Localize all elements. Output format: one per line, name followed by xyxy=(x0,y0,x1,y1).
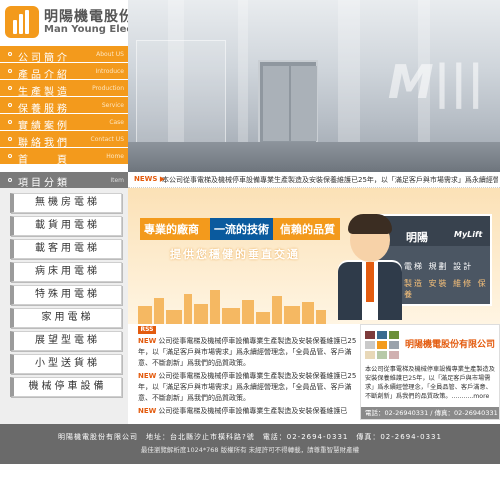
news-text: 公司從事電梯及機械停車設備專業生產製造及安裝保養維護已25年，以「滿足客戶與市場… xyxy=(138,372,357,402)
hero-image: M||| xyxy=(128,0,500,172)
footer-contact: 明陽機電股份有限公司 地址：台北縣汐止市橫科路?號 電話：02-2694-033… xyxy=(58,433,442,441)
nav-item-about[interactable]: 公司簡介 About US xyxy=(0,46,128,64)
nav-item-service[interactable]: 保養服務 Service xyxy=(0,97,128,115)
nav-label: 生產製造 xyxy=(18,87,70,98)
bullet-icon xyxy=(8,86,12,90)
news-text: 公司從事電梯及機械停車設備專業生產製造及安裝保養維護已 xyxy=(158,407,348,415)
nav-item-contact[interactable]: 聯絡我們 Contact US xyxy=(0,131,128,149)
category-button[interactable]: 無機房電梯 xyxy=(10,193,122,213)
category-button[interactable]: 展望型電梯 xyxy=(10,331,122,351)
nav-label: 公司簡介 xyxy=(18,53,70,64)
new-badge: NEW xyxy=(138,407,157,415)
card-title: 明陽機電股份有限公司 xyxy=(405,340,496,350)
banner-subtitle: 提供您穩健的垂直交通 xyxy=(170,248,300,261)
nav-label: 首 頁 xyxy=(18,155,70,166)
category-button[interactable]: 家用電梯 xyxy=(10,308,122,328)
nav-item-products[interactable]: 產品介紹 Introduce xyxy=(0,63,128,81)
news-item[interactable]: NEW 公司從事電梯及機械停車設備專業生產製造及安裝保養維護已25年，以「滿足客戶… xyxy=(138,371,360,404)
bullet-icon xyxy=(8,52,12,56)
category-button[interactable]: 載貨用電梯 xyxy=(10,216,122,236)
nav-label-en: Production xyxy=(92,85,124,92)
bullet-icon xyxy=(8,178,12,182)
rss-icon[interactable]: RSS xyxy=(138,326,156,334)
nav-label: 實績案例 xyxy=(18,121,70,132)
news-item[interactable]: NEW 公司從事電梯及機械停車設備專業生產製造及安裝保養維護已25年，以「滿足客戶… xyxy=(138,336,360,369)
promo-banner: 專業的廠商 一流的技術 信賴的品質 提供您穩健的垂直交通 明陽 MyLift 電… xyxy=(128,188,500,324)
company-logo-icon[interactable] xyxy=(5,6,39,38)
nav-label-en: Contact US xyxy=(90,136,124,143)
nav-item-home[interactable]: 首 頁 Home xyxy=(0,148,128,166)
nav-label-en: Introduce xyxy=(95,68,124,75)
slogan-2: 一流的技術 xyxy=(210,218,273,240)
board-mylift: MyLift xyxy=(454,230,483,239)
category-header-en: Item xyxy=(110,177,124,184)
slogan-1: 專業的廠商 xyxy=(144,223,199,236)
company-card: 明陽機電股份有限公司 本公司從事電梯及機械停車設備專業生產製造及安裝保養維護已2… xyxy=(360,324,500,420)
board-brand: 明陽 xyxy=(406,231,428,244)
category-button[interactable]: 特殊用電梯 xyxy=(10,285,122,305)
category-button[interactable]: 機械停車設備 xyxy=(10,377,122,397)
nav-label-en: About US xyxy=(96,51,124,58)
news-text: 公司從事電梯及機械停車設備專業生產製造及安裝保養維護已25年，以「滿足客戶與市場… xyxy=(138,337,357,367)
new-badge: NEW xyxy=(138,337,157,345)
category-header: 項目分類 Item xyxy=(0,172,128,189)
logo-watermark-icon: M||| xyxy=(387,55,484,109)
category-header-label: 項目分類 xyxy=(18,178,70,189)
slogan-3: 信賴的品質 xyxy=(280,223,335,236)
news-tag: NEWS ▶ xyxy=(134,175,166,183)
category-button[interactable]: 病床用電梯 xyxy=(10,262,122,282)
new-badge: NEW xyxy=(138,372,157,380)
news-ticker[interactable]: NEWS ▶ 本公司從事電梯及機械停車設備專業生產製造及安裝保養維護已25年，以… xyxy=(128,172,500,188)
site-footer: 明陽機電股份有限公司 地址：台北縣汐止市橫科路?號 電話：02-2694-033… xyxy=(0,424,500,464)
nav-label: 保養服務 xyxy=(18,104,70,115)
category-button[interactable]: 小型送貨梯 xyxy=(10,354,122,374)
bullet-icon xyxy=(8,120,12,124)
nav-label: 聯絡我們 xyxy=(18,138,70,149)
category-list: 無機房電梯 載貨用電梯 載客用電梯 病床用電梯 特殊用電梯 家用電梯 展望型電梯… xyxy=(0,188,128,424)
card-phone-line: 電話：02-26940331 / 傳真：02-26940331 xyxy=(361,407,499,419)
bullet-icon xyxy=(8,103,12,107)
news-list: RSS NEW 公司從事電梯及機械停車設備專業生產製造及安裝保養維護已25年，以「… xyxy=(128,324,360,420)
ticker-text: 本公司從事電梯及機械停車設備專業生產製造及安裝保養維護已25年，以「滿足客戶與市… xyxy=(162,176,498,184)
footer-copyright: 最佳瀏覽解析度1024*768 版權所有 未經許可不得轉載，請尊重智慧財產權 xyxy=(140,446,360,454)
board-line-1: 電梯 規劃 設計 xyxy=(404,262,474,271)
nav-item-cases[interactable]: 實績案例 Case xyxy=(0,114,128,132)
nav-label-en: Home xyxy=(106,153,124,160)
bullet-icon xyxy=(8,137,12,141)
board-line-2: 製造 安裝 維修 保養 xyxy=(404,279,488,299)
nav-item-production[interactable]: 生產製造 Production xyxy=(0,80,128,98)
elevator-image xyxy=(258,60,318,145)
nav-label-en: Service xyxy=(101,102,124,109)
category-button[interactable]: 載客用電梯 xyxy=(10,239,122,259)
bullet-icon xyxy=(8,154,12,158)
main-nav: 公司簡介 About US 產品介紹 Introduce 生產製造 Productio… xyxy=(0,46,128,166)
card-description: 本公司從事電梯及機械停車設備專業生產製造及安裝保養維護已25年，以「滿足客戶與市… xyxy=(365,366,495,400)
glass-panel xyxy=(136,40,226,150)
nav-label: 產品介紹 xyxy=(18,70,70,81)
nav-label-en: Case xyxy=(109,119,124,126)
bullet-icon xyxy=(8,69,12,73)
news-item[interactable]: NEW 公司從事電梯及機械停車設備專業生產製造及安裝保養維護已 xyxy=(138,406,360,417)
color-swatch-icon xyxy=(365,331,401,361)
